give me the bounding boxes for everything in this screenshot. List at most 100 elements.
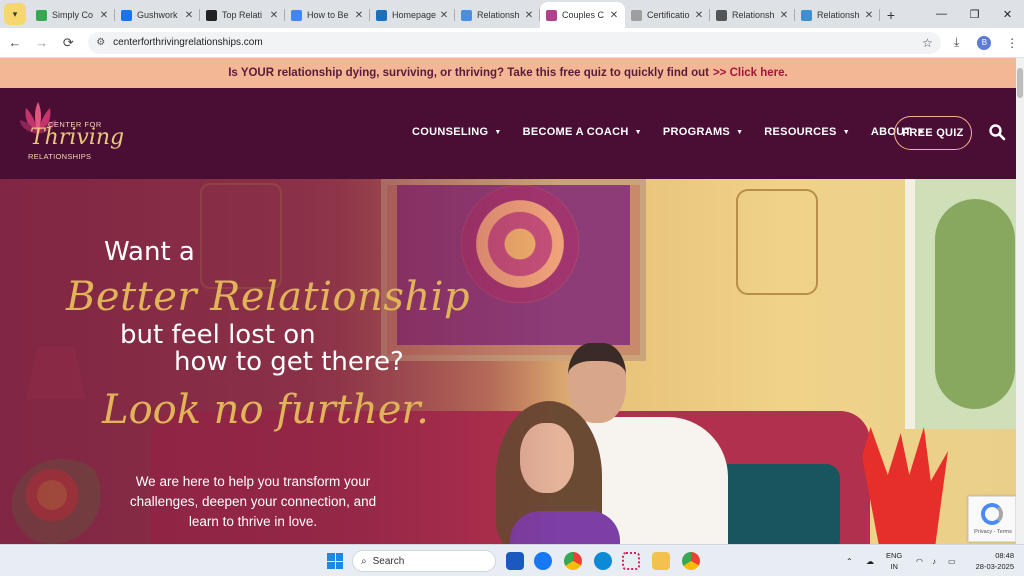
tab-title: Top Relati [222,10,263,20]
tab-title: Gushwork [137,10,178,20]
tab-close-icon[interactable]: ✕ [524,10,534,21]
main-nav: COUNSELING ▼ BECOME A COACH ▼ PROGRAMS ▼ RE… [412,126,946,138]
profile-button[interactable]: B [973,31,997,55]
taskbar-search[interactable]: ⌕ Search [352,550,496,572]
restore-button[interactable]: ❐ [958,0,991,28]
clock-date: 28-03-2025 [975,562,1014,571]
new-tab-button[interactable]: + [880,2,902,28]
forward-button[interactable]: → [30,31,54,55]
tab-search-button[interactable]: ▾ [4,3,26,25]
tab-favicon-icon [631,9,642,21]
chrome-profile-icon[interactable] [682,552,700,570]
search-icon: ⌕ [361,555,367,567]
clock[interactable]: 08:48 28-03-2025 [966,550,1014,572]
browser-tab[interactable]: Couples C ✕ [540,2,625,28]
slack-app-icon[interactable] [622,552,640,570]
url-omnibox[interactable]: ⚙ centerforthrivingrelationships.com ☆ [88,31,941,54]
hero-heading-lost: but feel lost on [120,320,316,350]
back-button[interactable]: ← [3,31,27,55]
nav-item-label: COUNSELING [412,126,489,138]
chrome-app-icon[interactable] [564,552,582,570]
tab-favicon-icon [546,9,557,21]
tab-favicon-icon [461,9,472,21]
address-bar: ← → ⟳ ⚙ centerforthrivingrelationships.c… [0,28,1024,58]
search-icon[interactable] [988,123,1006,141]
tray-chevron-icon[interactable]: ⌃ [846,545,853,577]
caret-down-icon: ▼ [842,128,850,136]
nav-item-become-a-coach[interactable]: BECOME A COACH ▼ [523,126,642,138]
recaptcha-terms[interactable]: Privacy - Terms [969,529,1017,535]
nav-item-label: BECOME A COACH [522,126,629,138]
hero-subtext: We are here to help you transform your c… [129,474,377,529]
wifi-icon[interactable]: ◠ [916,545,923,577]
tab-title: Relationsh [817,10,860,20]
browser-tab[interactable]: Relationsh ✕ [795,2,880,28]
minimize-button[interactable]: — [925,0,958,28]
tree-image [935,199,1015,409]
facebook-app-icon[interactable] [534,552,552,570]
tab-close-icon[interactable]: ✕ [354,10,364,21]
close-window-button[interactable]: ✕ [991,0,1024,28]
site-info-icon[interactable]: ⚙ [96,37,105,48]
browser-tab[interactable]: Relationsh ✕ [455,2,540,28]
nav-item-resources[interactable]: RESOURCES ▼ [764,126,850,138]
promo-text: Is YOUR relationship dying, surviving, o… [228,67,709,79]
browser-tab[interactable]: Certificatio ✕ [625,2,710,28]
window-controls: — ❐ ✕ [925,0,1024,28]
browser-tab[interactable]: Relationsh ✕ [710,2,795,28]
edge-app-icon[interactable] [594,552,612,570]
tab-close-icon[interactable]: ✕ [864,10,874,21]
nav-item-label: RESOURCES [764,126,837,138]
tab-title: Simply Co [52,10,94,20]
windows-start-icon[interactable] [327,553,343,569]
browser-tab-bar: ▾ Simply Co ✕ Gushwork ✕ Top Relati ✕ How to B… [0,0,1024,28]
browser-tab[interactable]: Homepage ✕ [370,2,455,28]
tab-close-icon[interactable]: ✕ [269,10,279,21]
browser-tab[interactable]: Top Relati ✕ [200,2,285,28]
scrollbar-thumb[interactable] [1017,68,1023,98]
tab-title: Relationsh [477,10,520,20]
hero-heading-how: how to get there? [174,347,404,377]
nav-item-programs[interactable]: PROGRAMS ▼ [663,126,743,138]
page-scrollbar[interactable] [1016,58,1024,544]
browser-tab[interactable]: Gushwork ✕ [115,2,200,28]
browser-tab[interactable]: Simply Co ✕ [30,2,115,28]
taskbar-search-placeholder: Search [372,555,405,567]
nav-item-counseling[interactable]: COUNSELING ▼ [412,126,502,138]
tab-close-icon[interactable]: ✕ [439,10,449,21]
tab-close-icon[interactable]: ✕ [779,10,789,21]
battery-icon[interactable]: ▭ [948,545,956,577]
tab-favicon-icon [291,9,302,21]
language-indicator[interactable]: ENG IN [886,550,902,572]
browser-tab[interactable]: How to Be ✕ [285,2,370,28]
caret-down-icon: ▼ [634,128,642,136]
caret-down-icon: ▼ [736,128,744,136]
recaptcha-badge[interactable]: Privacy - Terms [968,496,1016,542]
file-explorer-icon[interactable] [652,552,670,570]
hero-heading-look-no-further: Look no further. [102,387,429,433]
url-text[interactable]: centerforthrivingrelationships.com [113,37,922,48]
tab-favicon-icon [376,9,387,21]
tab-favicon-icon [801,9,812,21]
tab-strip: Simply Co ✕ Gushwork ✕ Top Relati ✕ How to Be ✕… [30,0,880,28]
tab-close-icon[interactable]: ✕ [184,10,194,21]
cloud-icon[interactable]: ☁ [866,545,874,577]
promo-cta-link[interactable]: >> Click here. [713,67,788,79]
tab-close-icon[interactable]: ✕ [99,10,109,21]
tab-title: Couples C [562,10,605,20]
free-quiz-button[interactable]: FREE QUIZ [894,116,972,150]
volume-icon[interactable]: ♪ [932,545,936,577]
tab-close-icon[interactable]: ✕ [609,10,619,21]
recaptcha-icon [981,503,1003,525]
profile-avatar: B [977,35,992,50]
word-app-icon[interactable] [506,552,524,570]
site-logo[interactable]: CENTER FOR Thriving RELATIONSHIPS [18,98,138,170]
tab-title: How to Be [307,10,349,20]
promo-banner: Is YOUR relationship dying, surviving, o… [0,58,1016,88]
download-icon[interactable]: ⤓ [945,31,969,55]
browser-menu-icon[interactable]: ⋮ [1000,31,1024,55]
reload-button[interactable]: ⟳ [56,31,80,55]
tab-favicon-icon [121,9,132,21]
tab-close-icon[interactable]: ✕ [694,10,704,21]
bookmark-star-icon[interactable]: ☆ [922,36,933,50]
